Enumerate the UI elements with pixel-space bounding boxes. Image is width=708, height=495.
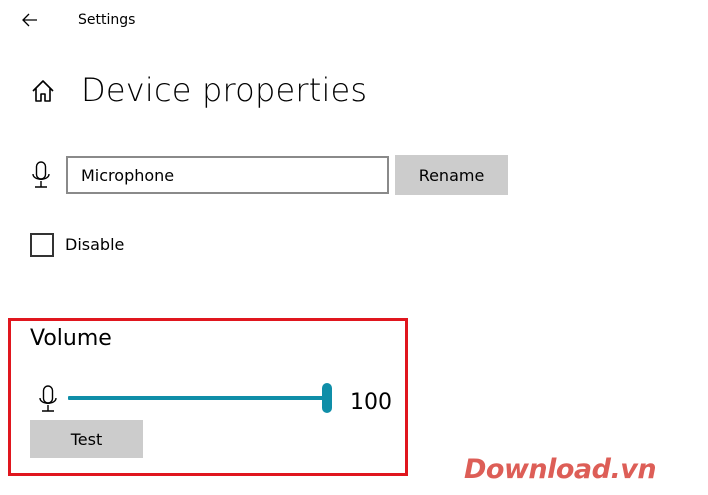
- test-button[interactable]: Test: [30, 420, 143, 458]
- microphone-icon: [39, 385, 57, 412]
- disable-checkbox[interactable]: [30, 233, 54, 257]
- back-button[interactable]: [14, 6, 46, 34]
- page-title: Device properties: [81, 71, 368, 109]
- back-arrow-icon: [22, 13, 37, 27]
- volume-value: 100: [350, 390, 392, 415]
- app-title: Settings: [78, 12, 136, 28]
- volume-section-title: Volume: [30, 326, 112, 351]
- disable-label: Disable: [65, 235, 125, 254]
- rename-button[interactable]: Rename: [395, 155, 508, 195]
- home-icon[interactable]: [30, 78, 56, 104]
- microphone-icon: [32, 161, 50, 188]
- device-name-input[interactable]: [66, 156, 389, 194]
- watermark-logo: Download.vn: [464, 454, 657, 485]
- volume-slider-thumb[interactable]: [322, 383, 332, 413]
- volume-slider-track[interactable]: [68, 396, 326, 400]
